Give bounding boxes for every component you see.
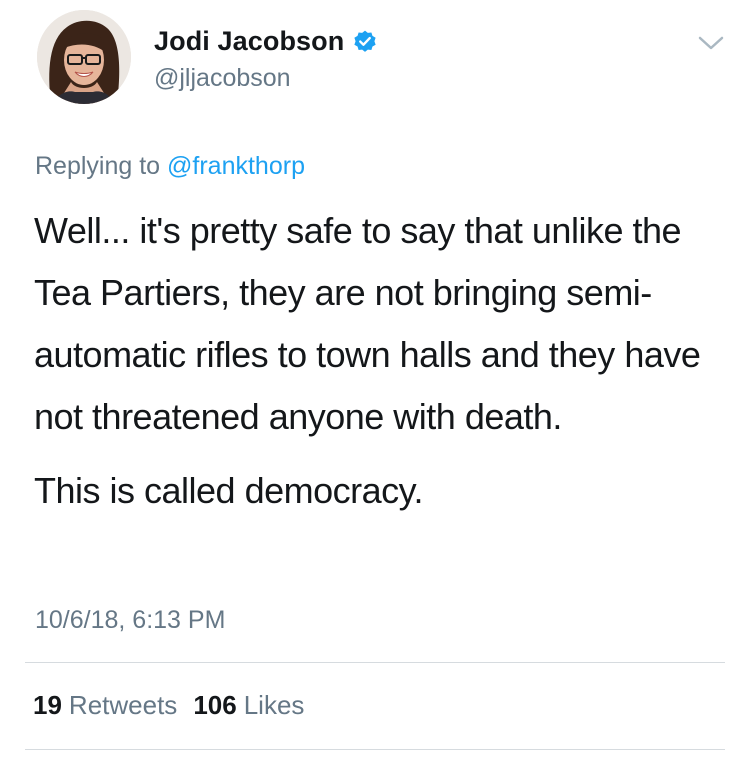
tweet-paragraph-2: This is called democracy.	[34, 470, 423, 511]
reply-to-handle-link[interactable]: @frankthorp	[167, 152, 305, 180]
replying-to-label: Replying to	[35, 152, 161, 180]
author-name-row: Jodi Jacobson	[154, 26, 378, 57]
chevron-down-icon[interactable]	[697, 34, 725, 52]
tweet-paragraph-1: Well... it's pretty safe to say that unl…	[34, 210, 701, 437]
author-handle[interactable]: @jljacobson	[154, 64, 291, 93]
tweet-body: Well... it's pretty safe to say that unl…	[34, 200, 724, 522]
likes-label: Likes	[243, 690, 305, 720]
tweet-stats: 19 Retweets 106 Likes	[33, 690, 304, 721]
divider-top	[25, 662, 725, 663]
verified-badge-icon	[352, 29, 378, 55]
likes-count: 106	[193, 690, 237, 720]
avatar[interactable]	[37, 10, 131, 104]
author-display-name[interactable]: Jodi Jacobson	[154, 26, 344, 57]
replying-to-line: Replying to @frankthorp	[35, 152, 305, 181]
tweet-timestamp[interactable]: 10/6/18, 6:13 PM	[35, 606, 225, 635]
likes-stat[interactable]: 106 Likes	[193, 690, 304, 721]
retweets-label: Retweets	[68, 690, 178, 720]
retweets-stat[interactable]: 19 Retweets	[33, 690, 177, 721]
profile-photo-icon	[37, 10, 131, 104]
tweet-header: Jodi Jacobson @jljacobson	[37, 10, 727, 110]
retweets-count: 19	[33, 690, 62, 720]
divider-bottom	[25, 749, 725, 750]
